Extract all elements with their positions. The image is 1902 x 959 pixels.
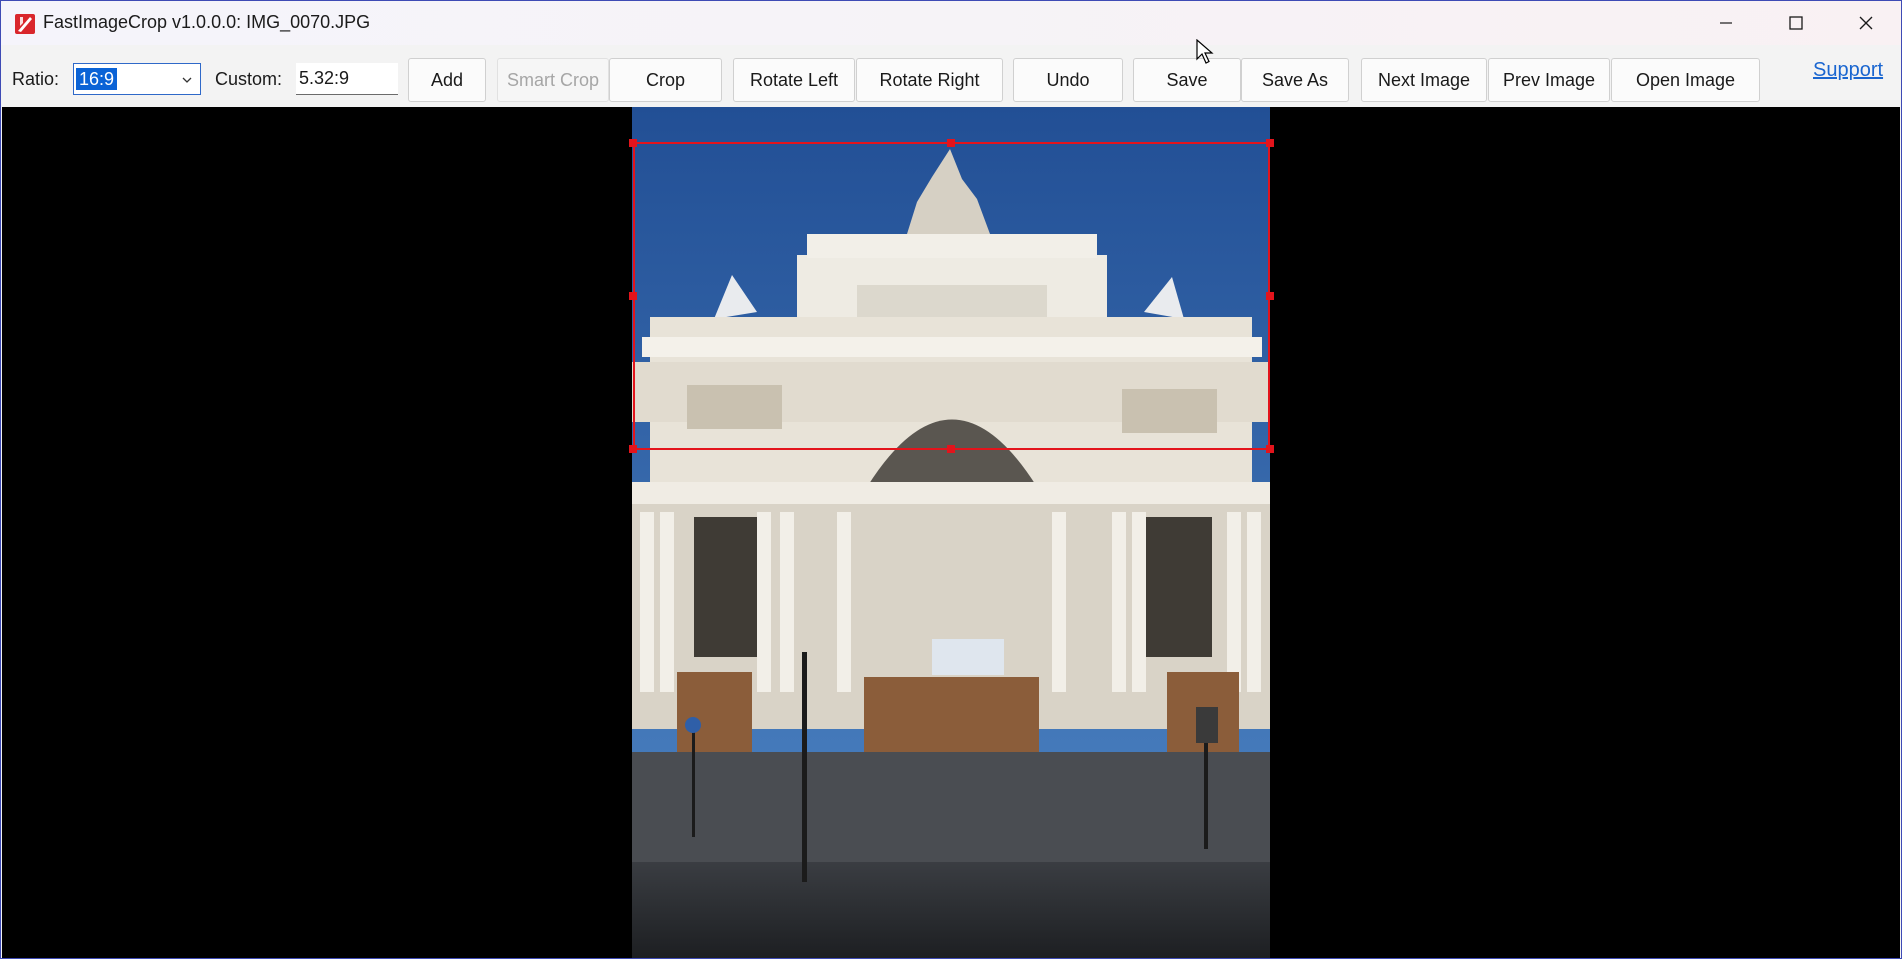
next-image-button[interactable]: Next Image [1361,58,1487,102]
maximize-icon [1789,16,1803,30]
crop-button[interactable]: Crop [609,58,722,102]
smart-crop-button[interactable]: Smart Crop [497,58,609,102]
save-button[interactable]: Save [1133,58,1241,102]
support-link[interactable]: Support [1813,59,1883,82]
crop-handle-bottom[interactable] [947,445,955,453]
crop-handle-top-right[interactable] [1266,139,1274,147]
ratio-selected-value: 16:9 [76,68,118,90]
custom-label: Custom: [215,69,283,89]
minimize-icon [1720,22,1732,24]
save-as-button[interactable]: Save As [1241,58,1349,102]
prev-image-button[interactable]: Prev Image [1488,58,1610,102]
chevron-down-icon [182,77,192,83]
app-logo-icon [15,14,35,34]
app-window: FastImageCrop v1.0.0.0: IMG_0070.JPG Rat… [0,0,1902,959]
add-button[interactable]: Add [408,58,486,102]
crop-handle-bottom-right[interactable] [1266,445,1274,453]
image-canvas[interactable] [2,107,1900,958]
crop-handle-left[interactable] [629,292,637,300]
maximize-button[interactable] [1761,1,1831,45]
rotate-left-button[interactable]: Rotate Left [733,58,855,102]
crop-handle-top[interactable] [947,139,955,147]
close-icon [1859,16,1873,30]
window-title: FastImageCrop v1.0.0.0: IMG_0070.JPG [43,12,371,32]
open-image-button[interactable]: Open Image [1611,58,1760,102]
mouse-cursor-icon [1196,39,1214,64]
title-bar[interactable]: FastImageCrop v1.0.0.0: IMG_0070.JPG [1,1,1901,45]
toolbar: Ratio: 16:9 Custom: Add Smart Crop Crop … [1,45,1901,107]
ratio-label: Ratio: [12,69,60,89]
crop-selection[interactable] [633,142,1270,450]
close-button[interactable] [1831,1,1901,45]
minimize-button[interactable] [1691,1,1761,45]
ratio-dropdown[interactable]: 16:9 [73,63,201,95]
custom-ratio-input[interactable] [296,63,398,95]
crop-handle-bottom-left[interactable] [629,445,637,453]
crop-handle-right[interactable] [1266,292,1274,300]
rotate-right-button[interactable]: Rotate Right [856,58,1003,102]
crop-handle-top-left[interactable] [629,139,637,147]
undo-button[interactable]: Undo [1013,58,1123,102]
